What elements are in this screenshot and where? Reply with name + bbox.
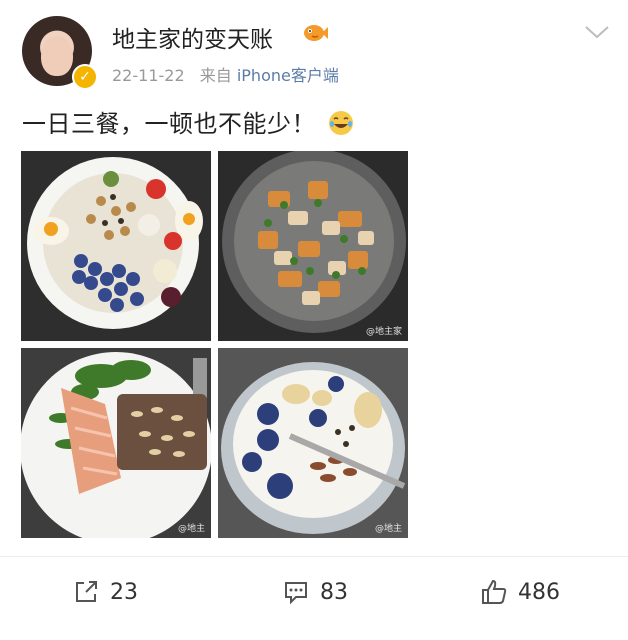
salad-plate-illustration <box>27 157 203 329</box>
yogurt-bowl-photo[interactable]: @地主 <box>218 348 408 538</box>
source-prefix: 来自 <box>199 66 232 85</box>
salmon-toast-photo[interactable]: @地主 <box>21 348 211 538</box>
chevron-down-icon[interactable] <box>582 22 612 42</box>
weibo-post-card: ✓ 地主家的变天账 22-11-22 来自 iPhone客户端 一日三餐，一顿也… <box>0 0 628 640</box>
like-button[interactable]: 486 <box>480 570 560 614</box>
photo-watermark: @地主家 <box>365 327 402 337</box>
action-bar-divider <box>0 556 628 557</box>
comment-button[interactable]: 83 <box>282 570 348 614</box>
comment-icon <box>285 582 307 605</box>
verified-badge-icon: ✓ <box>72 64 98 90</box>
salad-plate-photo[interactable] <box>21 151 211 341</box>
laughing-tears-emoji-icon <box>329 111 354 135</box>
post-text-content: 一日三餐，一顿也不能少！ <box>22 110 316 138</box>
author-name[interactable]: 地主家的变天账 <box>112 20 273 54</box>
fish-emoji-icon <box>304 25 328 41</box>
post-text: 一日三餐，一顿也不能少！ <box>22 104 354 139</box>
share-button[interactable]: 23 <box>72 570 138 614</box>
post-time: 22-11-22 <box>112 66 185 85</box>
salmon-toast-illustration <box>21 348 211 538</box>
photo-watermark: @地主 <box>177 524 205 534</box>
photo-watermark: @地主 <box>374 524 402 534</box>
yogurt-bowl-illustration <box>218 348 408 538</box>
comment-count: 83 <box>320 579 348 605</box>
like-count: 486 <box>518 579 560 605</box>
stir-fry-pan-photo[interactable]: @地主家 <box>218 151 408 341</box>
thumbs-up-icon <box>482 579 507 604</box>
stir-fry-pan-illustration <box>218 151 408 341</box>
post-meta: 22-11-22 来自 iPhone客户端 <box>112 62 339 86</box>
source-device-link[interactable]: iPhone客户端 <box>237 66 339 85</box>
share-icon <box>76 581 97 602</box>
share-count: 23 <box>110 579 138 605</box>
